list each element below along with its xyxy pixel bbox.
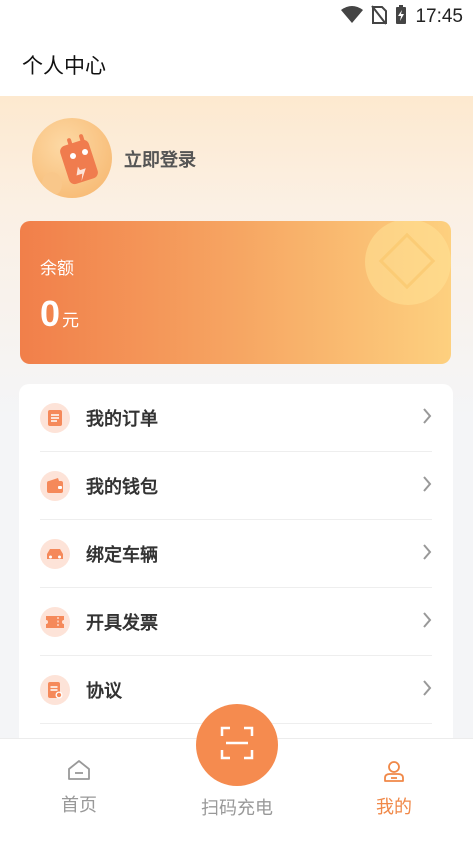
menu-item-invoice[interactable]: 开具发票 xyxy=(40,588,432,656)
menu-item-orders[interactable]: 我的订单 xyxy=(40,384,432,452)
wallet-icon xyxy=(40,470,70,501)
balance-amount: 0元 xyxy=(40,293,79,335)
menu-item-label: 开具发票 xyxy=(86,612,158,634)
user-icon xyxy=(382,761,406,787)
tab-home[interactable]: 首页 xyxy=(29,759,129,817)
avatar-icon[interactable] xyxy=(32,118,112,198)
no-sim-icon xyxy=(371,5,388,29)
balance-label: 余额 xyxy=(40,259,74,279)
invoice-icon xyxy=(40,606,70,637)
chevron-right-icon xyxy=(422,543,432,564)
balance-value: 0 xyxy=(40,293,61,334)
menu-item-label: 我的订单 xyxy=(86,408,158,430)
status-time: 17:45 xyxy=(415,6,463,27)
page-title: 个人中心 xyxy=(22,54,106,78)
chevron-right-icon xyxy=(422,679,432,700)
balance-card[interactable]: 余额 0元 xyxy=(20,221,451,364)
tab-mine-label: 我的 xyxy=(376,797,412,818)
scan-icon xyxy=(220,726,254,764)
scan-charge-button[interactable] xyxy=(196,704,278,786)
chevron-right-icon xyxy=(422,407,432,428)
page-header: 个人中心 xyxy=(0,34,473,96)
menu-item-label: 绑定车辆 xyxy=(86,544,158,566)
balance-unit: 元 xyxy=(62,311,80,331)
wifi-icon xyxy=(341,6,364,28)
coin-icon xyxy=(365,221,451,305)
order-icon xyxy=(40,402,70,433)
home-icon xyxy=(67,760,91,785)
status-bar: 17:45 xyxy=(0,0,473,34)
login-link[interactable]: 立即登录 xyxy=(124,146,196,172)
battery-charging-icon xyxy=(395,5,407,29)
tab-mine[interactable]: 我的 xyxy=(344,759,444,819)
chevron-right-icon xyxy=(422,611,432,632)
agreement-icon xyxy=(40,674,70,705)
tab-scan-label[interactable]: 扫码充电 xyxy=(186,794,288,820)
chevron-right-icon xyxy=(422,475,432,496)
menu-item-bind-vehicle[interactable]: 绑定车辆 xyxy=(40,520,432,588)
menu-item-wallet[interactable]: 我的钱包 xyxy=(40,452,432,520)
tab-home-label: 首页 xyxy=(61,795,97,816)
menu-item-label: 协议 xyxy=(86,680,122,702)
car-icon xyxy=(40,538,70,569)
menu-item-label: 我的钱包 xyxy=(86,476,158,498)
